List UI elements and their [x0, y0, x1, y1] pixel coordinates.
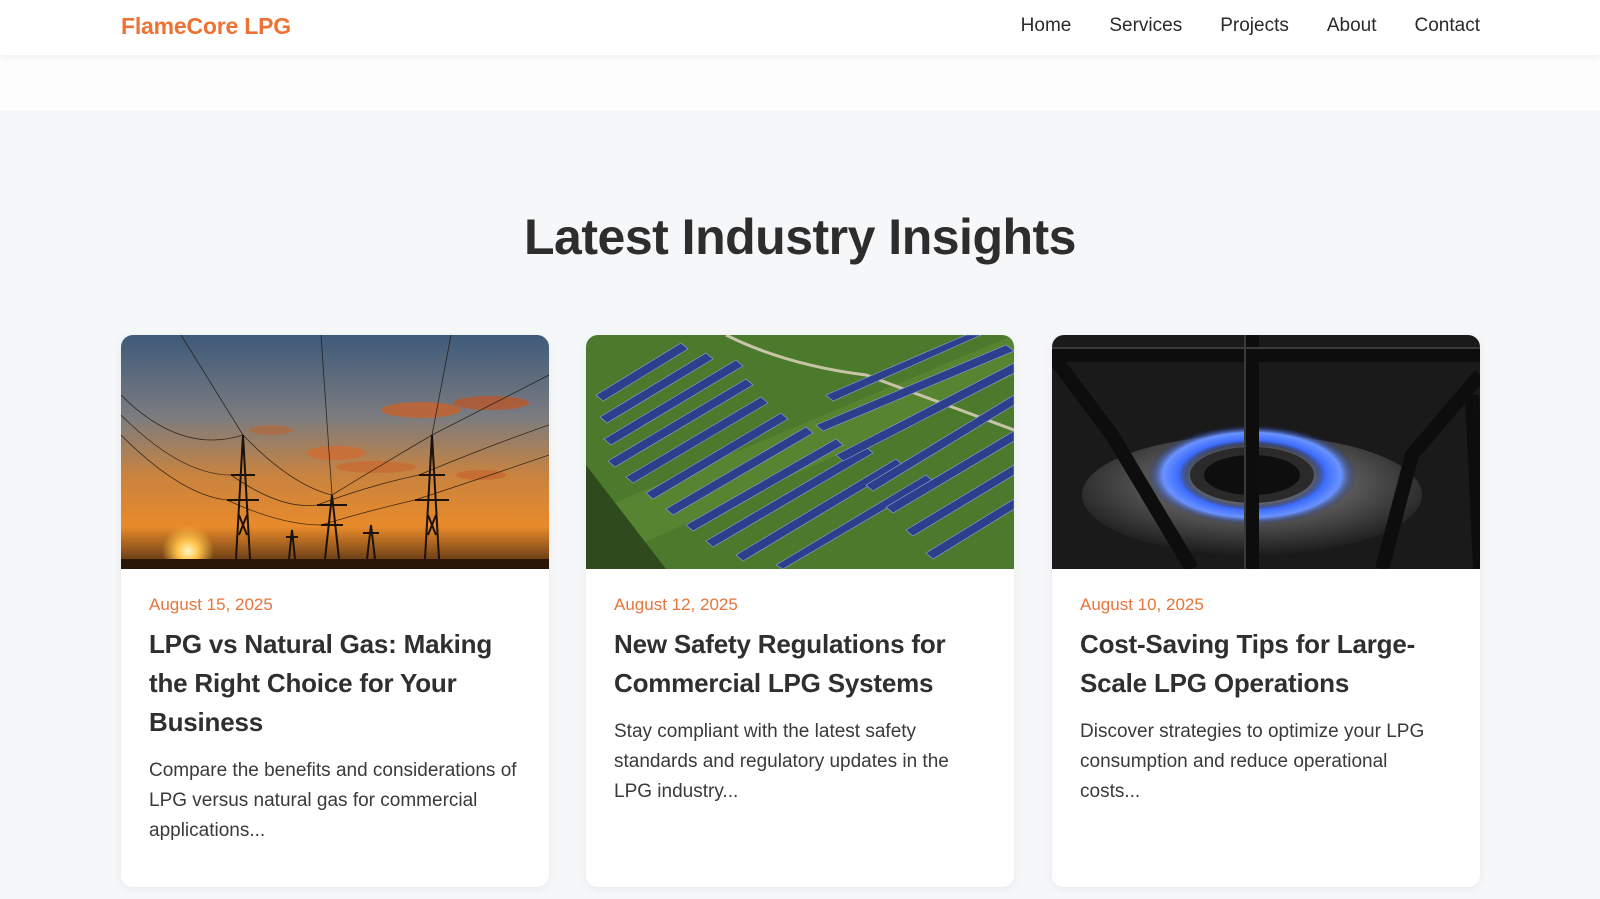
- post-date: August 10, 2025: [1080, 595, 1204, 614]
- nav-contact[interactable]: Contact: [1415, 15, 1480, 37]
- post-title[interactable]: New Safety Regulations for Commercial LP…: [614, 625, 986, 703]
- section-title: Latest Industry Insights: [524, 209, 1076, 265]
- post-excerpt: Compare the benefits and considerations …: [149, 760, 517, 841]
- gas-burner-flame-image: [1052, 335, 1480, 569]
- nav-projects[interactable]: Projects: [1220, 15, 1289, 37]
- post-title[interactable]: Cost-Saving Tips for Large-Scale LPG Ope…: [1080, 625, 1452, 703]
- post-date: August 12, 2025: [614, 595, 738, 614]
- nav-about[interactable]: About: [1327, 15, 1377, 37]
- insight-card-1[interactable]: August 15, 2025 LPG vs Natural Gas: Maki…: [121, 335, 549, 887]
- post-title[interactable]: LPG vs Natural Gas: Making the Right Cho…: [149, 625, 521, 742]
- main-nav: Home Services Projects About Contact: [983, 15, 1480, 37]
- solar-farm-aerial-image: [586, 335, 1014, 569]
- post-excerpt: Stay compliant with the latest safety st…: [614, 721, 949, 802]
- post-date: August 15, 2025: [149, 595, 273, 614]
- brand-logo[interactable]: FlameCore LPG: [121, 13, 291, 40]
- post-excerpt: Discover strategies to optimize your LPG…: [1080, 721, 1425, 802]
- section-divider: [0, 55, 1600, 110]
- nav-services[interactable]: Services: [1109, 15, 1182, 37]
- power-lines-sunset-image: [121, 335, 549, 569]
- insight-card-3[interactable]: August 10, 2025 Cost-Saving Tips for Lar…: [1052, 335, 1480, 887]
- nav-home[interactable]: Home: [1021, 15, 1072, 37]
- insight-card-2[interactable]: August 12, 2025 New Safety Regulations f…: [586, 335, 1014, 887]
- navbar: FlameCore LPG Home Services Projects Abo…: [0, 0, 1600, 55]
